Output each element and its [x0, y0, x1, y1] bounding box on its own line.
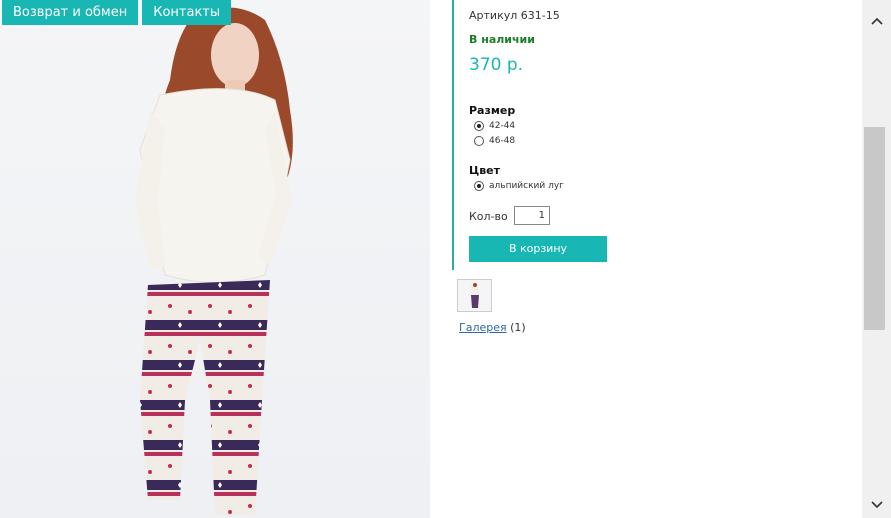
color-option[interactable]: альпийский луг	[474, 181, 564, 191]
add-to-cart-button[interactable]: В корзину	[469, 236, 607, 262]
radio-unchecked-icon[interactable]	[474, 136, 484, 146]
chevron-up-icon	[870, 17, 883, 25]
product-sku: Артикул 631-15	[469, 9, 560, 22]
product-image	[0, 0, 430, 518]
scroll-down-arrow[interactable]	[862, 494, 891, 516]
gallery-thumbnail[interactable]	[457, 279, 492, 312]
color-label: Цвет	[469, 164, 501, 177]
vertical-scrollbar[interactable]	[862, 0, 891, 518]
product-details: Артикул 631-15 В наличии 370 р. Размер 4…	[452, 0, 854, 270]
size-option-label: 42-44	[489, 121, 516, 131]
size-option-42-44[interactable]: 42-44	[474, 121, 515, 131]
product-photo[interactable]	[0, 0, 430, 518]
scroll-up-arrow[interactable]	[862, 10, 891, 32]
product-price: 370 р.	[469, 55, 524, 75]
size-option-46-48[interactable]: 46-48	[474, 136, 515, 146]
nav-contacts-button[interactable]: Контакты	[142, 0, 232, 25]
gallery-link-row: Галерея (1)	[459, 321, 526, 334]
top-nav: Возврат и обмен Контакты	[2, 0, 232, 25]
size-label: Размер	[469, 104, 516, 117]
quantity-label: Кол-во	[469, 210, 508, 223]
nav-returns-button[interactable]: Возврат и обмен	[2, 0, 139, 25]
size-option-label: 46-48	[489, 136, 516, 146]
quantity-input[interactable]: 1	[514, 206, 550, 225]
thumbnail-image	[458, 280, 491, 311]
gallery-link[interactable]: Галерея	[459, 321, 507, 334]
color-option-label: альпийский луг	[489, 181, 564, 191]
chevron-down-icon	[870, 501, 883, 509]
radio-checked-icon[interactable]	[474, 181, 484, 191]
scrollbar-thumb[interactable]	[864, 127, 885, 330]
radio-checked-icon[interactable]	[474, 121, 484, 131]
stock-status: В наличии	[469, 33, 535, 46]
gallery-count: (1)	[510, 321, 526, 334]
